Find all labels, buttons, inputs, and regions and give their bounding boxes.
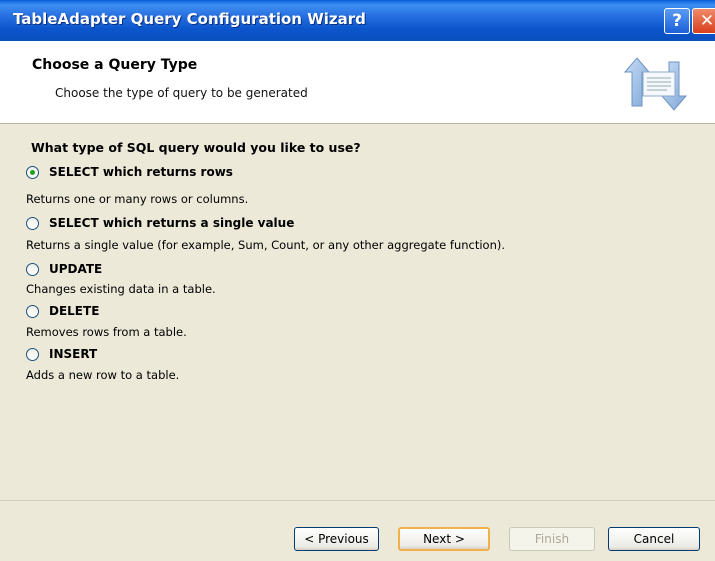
radio-select-single-value[interactable] <box>26 217 39 230</box>
option-description: Removes rows from a table. <box>26 325 187 339</box>
option-label[interactable]: DELETE <box>49 304 99 318</box>
radio-insert[interactable] <box>26 348 39 361</box>
option-label[interactable]: UPDATE <box>49 262 102 276</box>
page-subtitle: Choose the type of query to be generated <box>55 86 308 100</box>
help-button[interactable]: ? <box>664 8 690 34</box>
footer-divider <box>0 500 715 501</box>
close-button[interactable]: ✕ <box>692 8 715 34</box>
option-label[interactable]: SELECT which returns a single value <box>49 216 294 230</box>
option-description: Returns one or many rows or columns. <box>26 192 249 206</box>
option-description: Changes existing data in a table. <box>26 282 216 296</box>
title-bar[interactable]: TableAdapter Query Configuration Wizard … <box>0 0 715 41</box>
option-description: Adds a new row to a table. <box>26 368 180 382</box>
cancel-button[interactable]: Cancel <box>608 527 700 551</box>
wizard-body: What type of SQL query would you like to… <box>0 124 715 499</box>
database-sync-icon <box>619 50 699 118</box>
next-button[interactable]: Next > <box>398 527 490 551</box>
finish-button[interactable]: Finish <box>509 527 595 551</box>
previous-button[interactable]: < Previous <box>294 527 379 551</box>
radio-update[interactable] <box>26 263 39 276</box>
radio-select-rows[interactable] <box>26 166 39 179</box>
wizard-header: Choose a Query Type Choose the type of q… <box>0 41 715 124</box>
wizard-window: TableAdapter Query Configuration Wizard … <box>0 0 715 561</box>
option-description: Returns a single value (for example, Sum… <box>26 238 506 252</box>
page-title: Choose a Query Type <box>32 57 198 73</box>
query-type-question: What type of SQL query would you like to… <box>31 140 361 155</box>
option-label[interactable]: SELECT which returns rows <box>49 165 233 179</box>
radio-delete[interactable] <box>26 305 39 318</box>
window-title: TableAdapter Query Configuration Wizard <box>13 10 366 28</box>
option-label[interactable]: INSERT <box>49 347 97 361</box>
